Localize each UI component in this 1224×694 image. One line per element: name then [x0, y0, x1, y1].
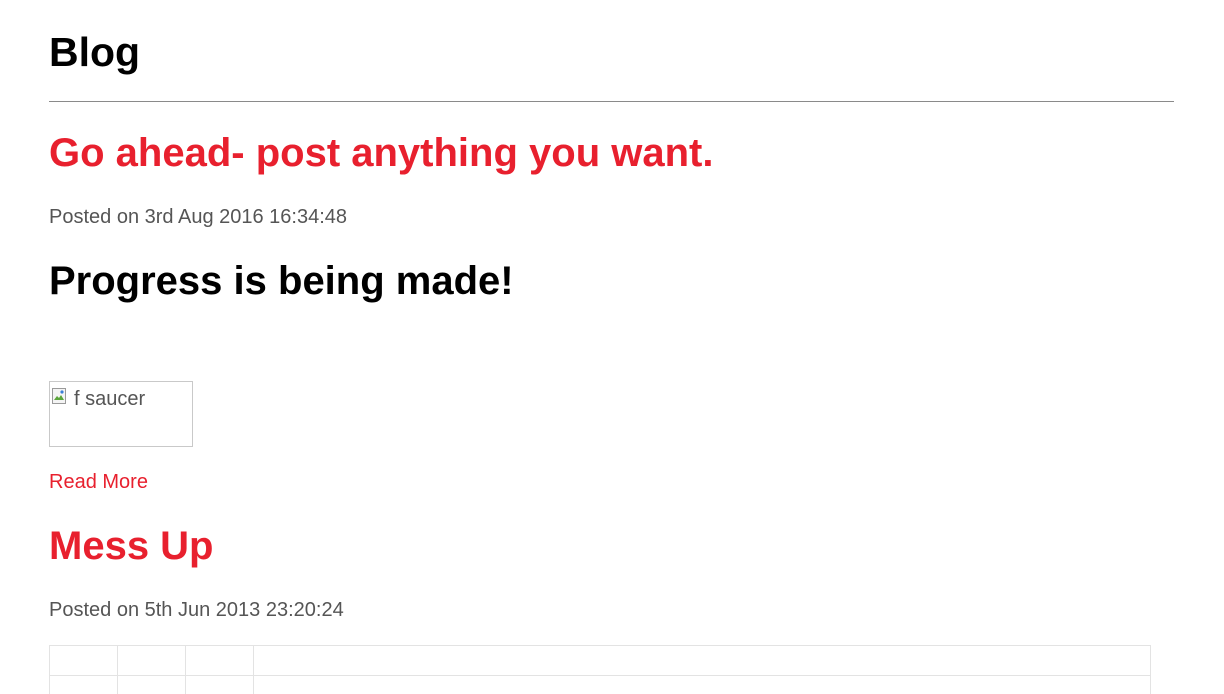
post-date: Posted on 5th Jun 2013 23:20:24	[49, 599, 344, 621]
post-title-link[interactable]: Mess Up	[49, 522, 214, 570]
table-row	[49, 675, 1151, 694]
image-alt-text: f saucer	[74, 388, 146, 410]
blog-page: Blog Go ahead- post anything you want. P…	[0, 0, 1224, 694]
read-more-link[interactable]: Read More	[49, 470, 148, 494]
table-cell	[117, 645, 186, 676]
table-row	[49, 645, 1151, 676]
table-cell	[253, 675, 1151, 694]
page-title: Blog	[49, 29, 141, 75]
header-divider	[49, 101, 1174, 102]
post-date: Posted on 3rd Aug 2016 16:34:48	[49, 206, 348, 228]
post-content-table	[49, 645, 1151, 694]
post-image: f saucer	[49, 381, 193, 447]
table-cell	[185, 675, 254, 694]
table-cell	[253, 645, 1151, 676]
post-title-link[interactable]: Go ahead- post anything you want.	[49, 129, 713, 177]
table-cell	[185, 645, 254, 676]
table-cell	[49, 645, 118, 676]
post-content-heading: Progress is being made!	[49, 259, 514, 303]
table-cell	[117, 675, 186, 694]
table-cell	[49, 675, 118, 694]
broken-image-icon	[52, 388, 66, 404]
